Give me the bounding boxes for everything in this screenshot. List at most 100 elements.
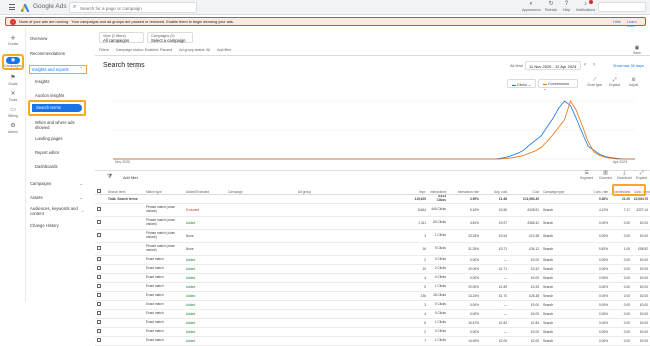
table-row[interactable]: Phrase match (close variant) Added 1,311 63… <box>95 216 650 230</box>
row-checkbox[interactable] <box>95 282 106 292</box>
table-cell[interactable] <box>296 229 392 243</box>
table-cell[interactable] <box>226 203 296 217</box>
table-cell[interactable] <box>106 242 144 256</box>
account-selector[interactable] <box>598 2 646 12</box>
table-cell[interactable] <box>296 203 392 217</box>
row-checkbox[interactable] <box>95 291 106 301</box>
table-cell[interactable] <box>106 318 144 328</box>
table-cell[interactable] <box>296 282 392 292</box>
nav-change-history[interactable]: Change History <box>30 223 86 228</box>
row-checkbox[interactable] <box>95 336 106 346</box>
table-cell[interactable] <box>106 273 144 283</box>
col-match-type[interactable]: Match type <box>144 185 184 195</box>
next-period-icon[interactable]: › <box>593 62 595 68</box>
table-row[interactable]: Phrase match (close variant) None 3 1 Click… <box>95 229 650 243</box>
col-added-excluded[interactable]: Added/Excluded <box>184 185 226 195</box>
hide-button[interactable]: Hide <box>613 20 621 24</box>
row-checkbox[interactable] <box>95 255 106 265</box>
create-button[interactable]: + Create <box>2 34 24 47</box>
nav-dashboards[interactable]: Dashboards <box>35 164 85 169</box>
row-checkbox[interactable] <box>95 300 106 310</box>
table-row[interactable]: Exact match Added 4 0 Clicks 0.00% — £0.00 Sear… <box>95 273 650 283</box>
table-cell[interactable] <box>106 255 144 265</box>
nav-landing-pages[interactable]: Landing pages <box>35 136 85 141</box>
search-input[interactable] <box>80 4 194 12</box>
table-row[interactable]: Exact match Added 10 2 Clicks 20.00% £1.71 £3.… <box>95 264 650 274</box>
nav-goals[interactable]: ⚑ Goals <box>2 75 24 86</box>
nav-insights[interactable]: Insights <box>35 79 85 84</box>
table-cell[interactable] <box>106 291 144 301</box>
col-conv-rate[interactable]: Conv. rate <box>586 185 610 195</box>
table-cell[interactable] <box>226 336 296 346</box>
appearance-button[interactable]: ◐ Appearance <box>522 1 541 12</box>
table-cell[interactable] <box>296 336 392 346</box>
table-row[interactable]: Exact match Added 136 18 Clicks 13.24% £1.70 £… <box>95 291 650 301</box>
add-filter-button[interactable]: Add filter <box>123 176 138 180</box>
download-button[interactable]: ⤓ Download <box>617 170 632 180</box>
chart-type-button[interactable]: ⟋ Chart type <box>587 77 602 87</box>
select-all-checkbox[interactable] <box>95 185 106 195</box>
table-cell[interactable] <box>106 300 144 310</box>
nav-auction-insights[interactable]: Auction insights <box>35 93 85 98</box>
filter-icon[interactable]: ⧩ <box>107 174 112 181</box>
prev-period-icon[interactable]: ‹ <box>584 62 586 68</box>
col-interactions[interactable]: Interactions <box>428 185 448 195</box>
row-checkbox[interactable] <box>95 216 106 230</box>
table-cell[interactable] <box>226 282 296 292</box>
metric-clicks-selector[interactable]: ▬ Clicks ⌄ <box>507 79 537 88</box>
nav-when-where[interactable]: When and where ads showed <box>35 120 85 130</box>
table-cell[interactable] <box>106 203 144 217</box>
table-cell[interactable] <box>226 216 296 230</box>
table-expand-button[interactable]: ⤢ Expand <box>636 170 647 180</box>
table-cell[interactable] <box>106 336 144 346</box>
chart-expand-button[interactable]: ⤢ Expand <box>609 77 620 87</box>
table-cell[interactable] <box>296 309 392 319</box>
search-box[interactable]: ⌕ <box>69 2 197 13</box>
row-checkbox[interactable] <box>95 327 106 337</box>
columns-button[interactable]: ▥ Columns <box>599 170 612 180</box>
help-circle-icon[interactable]: ⓘ <box>135 63 140 70</box>
table-cell[interactable] <box>296 264 392 274</box>
nav-billing[interactable]: ▭ Billing <box>2 107 24 118</box>
table-cell[interactable] <box>226 300 296 310</box>
menu-icon[interactable] <box>9 4 15 10</box>
col-impr[interactable]: Impr. <box>392 185 428 195</box>
nav-overview[interactable]: Overview <box>30 36 86 41</box>
table-cell[interactable] <box>296 216 392 230</box>
col-cost[interactable]: Cost <box>509 185 541 195</box>
nav-assets[interactable]: Assets ⌄ <box>30 195 86 200</box>
table-row[interactable]: Phrase match (close variant) Excluded 8,66… <box>95 203 650 217</box>
row-checkbox[interactable] <box>95 318 106 328</box>
table-cell[interactable] <box>296 291 392 301</box>
table-row[interactable]: Exact match Added 7 1 Clicks 14.29% £2.05 £2.0… <box>95 336 650 346</box>
table-cell[interactable] <box>106 309 144 319</box>
chip-campaign-status[interactable]: Campaign status: Enabled, Paused <box>116 48 172 52</box>
table-cell[interactable] <box>106 216 144 230</box>
table-cell[interactable] <box>226 309 296 319</box>
table-cell[interactable] <box>226 255 296 265</box>
nav-recommendations[interactable]: Recommendations <box>30 51 86 56</box>
table-row[interactable]: Exact match Added 6 1 Clicks 16.67% £1.84 £1.8… <box>95 318 650 328</box>
table-cell[interactable] <box>296 255 392 265</box>
nav-audiences[interactable]: Audiences, keywords and content <box>30 206 78 216</box>
chip-ad-group-status[interactable]: Ad group status: All <box>179 48 210 52</box>
table-cell[interactable] <box>106 229 144 243</box>
table-cell[interactable] <box>106 327 144 337</box>
help-button[interactable]: ? Help <box>563 1 570 12</box>
nav-campaigns-section[interactable]: Campaigns ⌄ <box>30 181 86 186</box>
table-cell[interactable] <box>296 318 392 328</box>
table-cell[interactable] <box>226 273 296 283</box>
notifications-button[interactable]: ♪ Notifications <box>576 0 595 12</box>
save-button[interactable]: ▣ Save <box>633 45 641 55</box>
show-last-30-days-link[interactable]: Show last 30 days <box>613 64 644 68</box>
table-cell[interactable] <box>296 273 392 283</box>
table-row[interactable]: Exact match Added 2 0 Clicks 0.00% — £0.00 Sear… <box>95 327 650 337</box>
col-search-term[interactable]: Search term <box>106 185 144 195</box>
table-cell[interactable] <box>296 242 392 256</box>
col-avg-cost[interactable]: Avg. cost <box>481 185 509 195</box>
row-checkbox[interactable] <box>95 242 106 256</box>
table-cell[interactable] <box>226 229 296 243</box>
row-checkbox[interactable] <box>95 203 106 217</box>
view-dropdown[interactable]: View (2 filters) All campaigns <box>99 32 144 43</box>
refresh-button[interactable]: ↻ Refresh <box>545 1 557 12</box>
